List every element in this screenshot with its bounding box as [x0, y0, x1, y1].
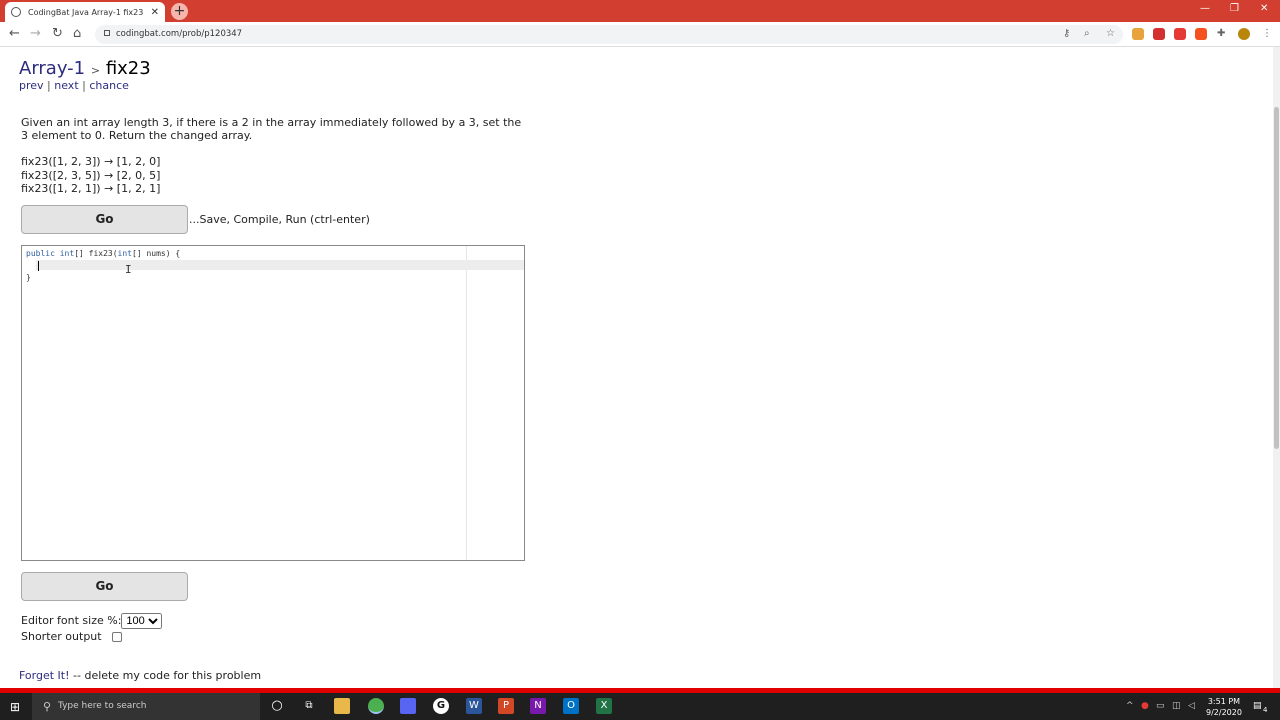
code-line: public int[] fix23(int[] nums) { — [26, 249, 180, 258]
print-margin — [466, 246, 467, 560]
breadcrumb-array-1[interactable]: Array-1 — [19, 58, 85, 79]
powerpoint-icon[interactable]: P — [498, 698, 514, 714]
extension-icon[interactable] — [1132, 28, 1144, 40]
shorter-output-label: Shorter output — [21, 630, 102, 643]
code-text: [] nums) { — [132, 249, 181, 258]
taskbar-search[interactable]: Type here to search — [32, 693, 260, 720]
home-icon[interactable]: ⌂ — [73, 26, 81, 41]
lock-icon — [104, 30, 110, 36]
code-line: } — [26, 273, 31, 282]
forget-text: -- delete my code for this problem — [69, 669, 262, 682]
reload-icon[interactable]: ↻ — [52, 26, 63, 41]
new-tab-button[interactable]: + — [171, 3, 188, 20]
browser-tab-strip: CodingBat Java Array-1 fix23 ✕ + — ❐ ✕ — [0, 0, 1280, 22]
chance-link[interactable]: chance — [89, 79, 129, 92]
font-size-label: Editor font size %: — [21, 614, 122, 627]
forget-link[interactable]: Forget It! — [19, 669, 70, 682]
nav-separator: | — [82, 79, 86, 92]
keyword: int — [59, 249, 75, 258]
examples: fix23([1, 2, 3]) → [1, 2, 0] fix23([2, 3… — [21, 155, 160, 196]
breadcrumb-separator: > — [90, 64, 101, 77]
active-line — [36, 260, 524, 270]
search-icon: ⚲ — [43, 700, 52, 713]
windows-taskbar: ⊞ Type here to search ⚲ ○ ⧉ G W P N O X … — [0, 693, 1280, 720]
code-text: [] fix23( — [74, 249, 118, 258]
file-explorer-icon[interactable] — [334, 698, 350, 714]
nav-separator: | — [47, 79, 51, 92]
ibeam-cursor-icon: I — [125, 263, 132, 276]
adblock-icon[interactable] — [1153, 28, 1165, 40]
search-placeholder: Type here to search — [58, 701, 147, 711]
star-icon[interactable]: ☆ — [1106, 28, 1115, 39]
example-line: fix23([2, 3, 5]) → [2, 0, 5] — [21, 168, 161, 182]
browser-tab[interactable]: CodingBat Java Array-1 fix23 ✕ — [5, 2, 165, 22]
notification-count: 4 — [1263, 706, 1268, 714]
notifications-icon[interactable]: ▤ — [1253, 701, 1262, 711]
keyword: int — [117, 249, 132, 258]
chrome-icon[interactable] — [368, 698, 384, 714]
url-text: codingbat.com/prob/p120347 — [116, 29, 243, 39]
wifi-icon[interactable]: ◫ — [1172, 701, 1181, 711]
window-close-icon[interactable]: ✕ — [1260, 3, 1268, 14]
volume-icon[interactable]: ◁ — [1188, 701, 1195, 711]
discord-icon[interactable] — [400, 698, 416, 714]
page-title: Array-1 > fix23 — [19, 58, 151, 79]
zoom-icon[interactable]: ⌕ — [1084, 28, 1090, 39]
shorter-output-control: Shorter output — [21, 630, 122, 643]
back-icon[interactable]: ← — [9, 26, 20, 41]
menu-icon[interactable]: ⋮ — [1262, 28, 1272, 39]
network-icon[interactable]: ▭ — [1156, 701, 1165, 711]
minimize-icon[interactable]: — — [1200, 3, 1210, 14]
tab-title: CodingBat Java Array-1 fix23 — [28, 7, 144, 17]
prev-link[interactable]: prev — [19, 79, 44, 92]
scrollbar-thumb[interactable] — [1274, 107, 1279, 449]
taskbar-clock[interactable]: 3:51 PM 9/2/2020 — [1206, 696, 1242, 718]
word-icon[interactable]: W — [466, 698, 482, 714]
clock-date: 9/2/2020 — [1206, 708, 1242, 717]
excel-icon[interactable]: X — [596, 698, 612, 714]
go-button-bottom[interactable]: Go — [21, 572, 188, 601]
app-icon[interactable]: G — [433, 698, 449, 714]
avatar[interactable] — [1238, 28, 1250, 40]
task-view-icon[interactable]: ⧉ — [301, 698, 317, 714]
code-editor[interactable]: public int[] fix23(int[] nums) { I } — [21, 245, 525, 561]
shorter-output-checkbox[interactable] — [111, 632, 122, 642]
font-size-select[interactable]: 100 — [121, 613, 163, 629]
go-button[interactable]: Go — [21, 205, 188, 234]
go-hint: ...Save, Compile, Run (ctrl-enter) — [189, 213, 370, 226]
forget-row: Forget It! -- delete my code for this pr… — [19, 669, 261, 682]
outlook-icon[interactable]: O — [563, 698, 579, 714]
browser-toolbar: ← → ↻ ⌂ codingbat.com/prob/p120347 ⚷ ⌕ ☆… — [0, 22, 1280, 47]
record-icon[interactable]: ● — [1141, 701, 1149, 711]
restore-icon[interactable]: ❐ — [1230, 3, 1239, 14]
page-scrollbar[interactable] — [1273, 47, 1280, 688]
problem-nav: prev | next | chance — [19, 79, 129, 92]
tab-close-icon[interactable]: ✕ — [151, 7, 159, 18]
example-line: fix23([1, 2, 1]) → [1, 2, 1] — [21, 182, 161, 195]
youtube-icon[interactable] — [1174, 28, 1186, 40]
cortana-icon[interactable]: ○ — [269, 698, 285, 714]
example-line: fix23([1, 2, 3]) → [1, 2, 0] — [21, 155, 161, 168]
problem-description: Given an int array length 3, if there is… — [21, 116, 522, 142]
clock-time: 3:51 PM — [1207, 697, 1241, 706]
forward-icon[interactable]: → — [30, 26, 41, 41]
key-icon[interactable]: ⚷ — [1063, 28, 1070, 39]
puzzle-icon[interactable]: ✚ — [1217, 28, 1225, 39]
globe-icon — [11, 7, 21, 17]
keyword: public — [26, 249, 55, 258]
next-link[interactable]: next — [54, 79, 78, 92]
problem-name: fix23 — [105, 58, 151, 79]
chevron-up-icon[interactable]: ^ — [1126, 701, 1134, 711]
text-cursor — [38, 261, 39, 271]
address-bar[interactable]: codingbat.com/prob/p120347 — [95, 25, 1123, 44]
windows-start-icon[interactable]: ⊞ — [10, 700, 20, 714]
extension-icon[interactable] — [1195, 28, 1207, 40]
font-size-control: Editor font size %: 100 — [21, 613, 163, 629]
onenote-icon[interactable]: N — [530, 698, 546, 714]
page-content: Array-1 > fix23 prev | next | chance Giv… — [0, 47, 1273, 688]
